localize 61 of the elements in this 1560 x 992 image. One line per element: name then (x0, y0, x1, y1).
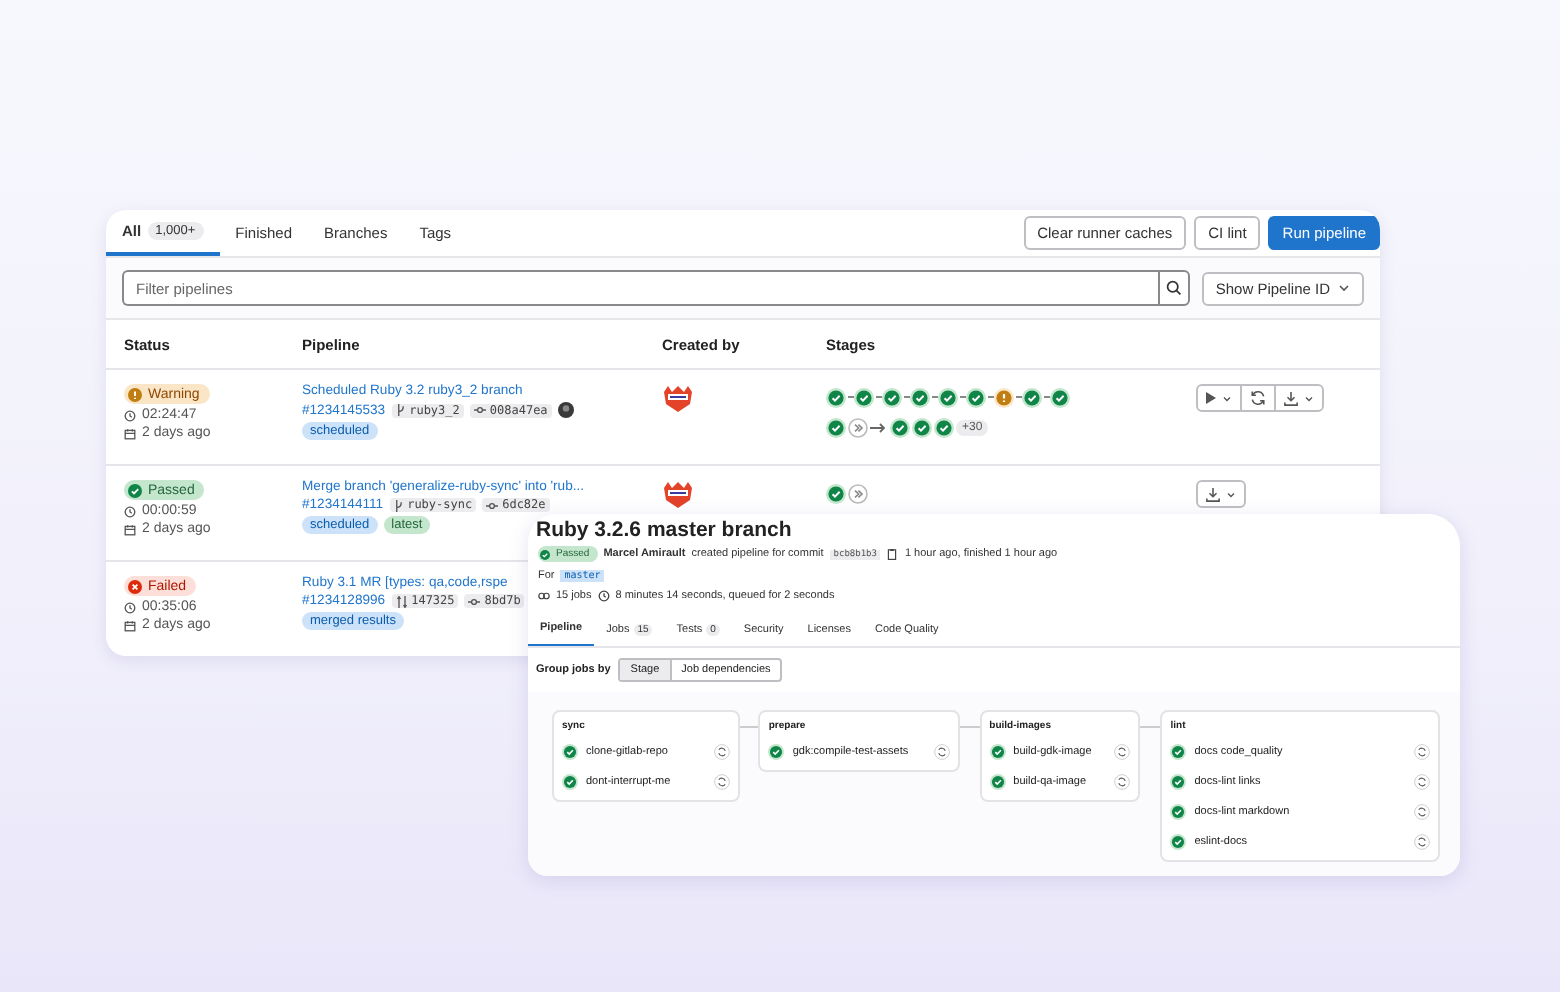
arrow-icon (870, 421, 888, 433)
success-stage-icon[interactable] (826, 483, 846, 503)
retry-icon[interactable] (1114, 774, 1131, 790)
success-stage-icon[interactable] (910, 387, 930, 407)
chevron-down-icon (1338, 284, 1350, 292)
chevron-down-icon (1304, 395, 1314, 401)
warning-stage-icon[interactable] (994, 387, 1014, 407)
clock-icon (124, 505, 136, 517)
success-icon (1170, 834, 1187, 850)
success-icon (1170, 774, 1187, 790)
download-icon (1206, 487, 1220, 501)
success-stage-icon[interactable] (966, 387, 986, 407)
commit-icon (473, 404, 486, 416)
download-icon (1284, 391, 1298, 405)
calendar-icon (124, 619, 136, 631)
success-icon (768, 744, 785, 760)
calendar-icon (124, 427, 136, 439)
success-stage-icon[interactable] (1050, 387, 1070, 407)
clock-icon (124, 601, 136, 613)
success-icon (1170, 804, 1187, 820)
success-stage-icon[interactable] (854, 387, 874, 407)
retry-icon[interactable] (1414, 834, 1430, 850)
success-stage-icon[interactable] (1022, 387, 1042, 407)
success-stage-icon[interactable] (826, 387, 846, 407)
chevron-down-icon (1226, 491, 1236, 497)
jobs-icon (538, 590, 550, 602)
commit-icon (486, 499, 499, 511)
retry-icon[interactable] (933, 744, 950, 760)
retry-icon[interactable] (1414, 804, 1430, 820)
success-stage-icon[interactable] (890, 417, 910, 437)
chevron-down-icon (1222, 395, 1232, 401)
retry-icon (1250, 390, 1266, 406)
retry-icon[interactable] (1114, 744, 1131, 760)
success-icon (989, 774, 1006, 790)
clock-icon (597, 590, 610, 602)
success-stage-icon[interactable] (938, 387, 958, 407)
clipboard-icon[interactable] (886, 548, 899, 560)
pipeline-title: Ruby 3.2.6 master branch (534, 518, 794, 542)
success-stage-icon[interactable] (934, 417, 954, 437)
skipped-stage-icon[interactable] (848, 483, 868, 503)
success-icon (989, 744, 1006, 760)
retry-icon[interactable] (713, 744, 730, 760)
calendar-icon (124, 523, 136, 535)
success-stage-icon[interactable] (826, 417, 846, 437)
merge-request-icon (395, 595, 408, 607)
commit-icon (468, 595, 481, 607)
retry-icon[interactable] (1414, 744, 1430, 760)
play-icon (1206, 392, 1216, 404)
retry-icon[interactable] (713, 774, 730, 790)
success-icon (562, 744, 578, 760)
success-icon (1170, 744, 1187, 760)
search-icon (1165, 280, 1182, 296)
success-stage-icon[interactable] (882, 387, 902, 407)
branch-icon (393, 499, 404, 511)
branch-icon (395, 404, 406, 416)
clock-icon (124, 409, 136, 421)
skipped-stage-icon[interactable] (848, 417, 868, 437)
success-icon (562, 774, 578, 790)
retry-icon[interactable] (1414, 774, 1430, 790)
success-stage-icon[interactable] (912, 417, 932, 437)
search-button[interactable] (1157, 270, 1190, 306)
